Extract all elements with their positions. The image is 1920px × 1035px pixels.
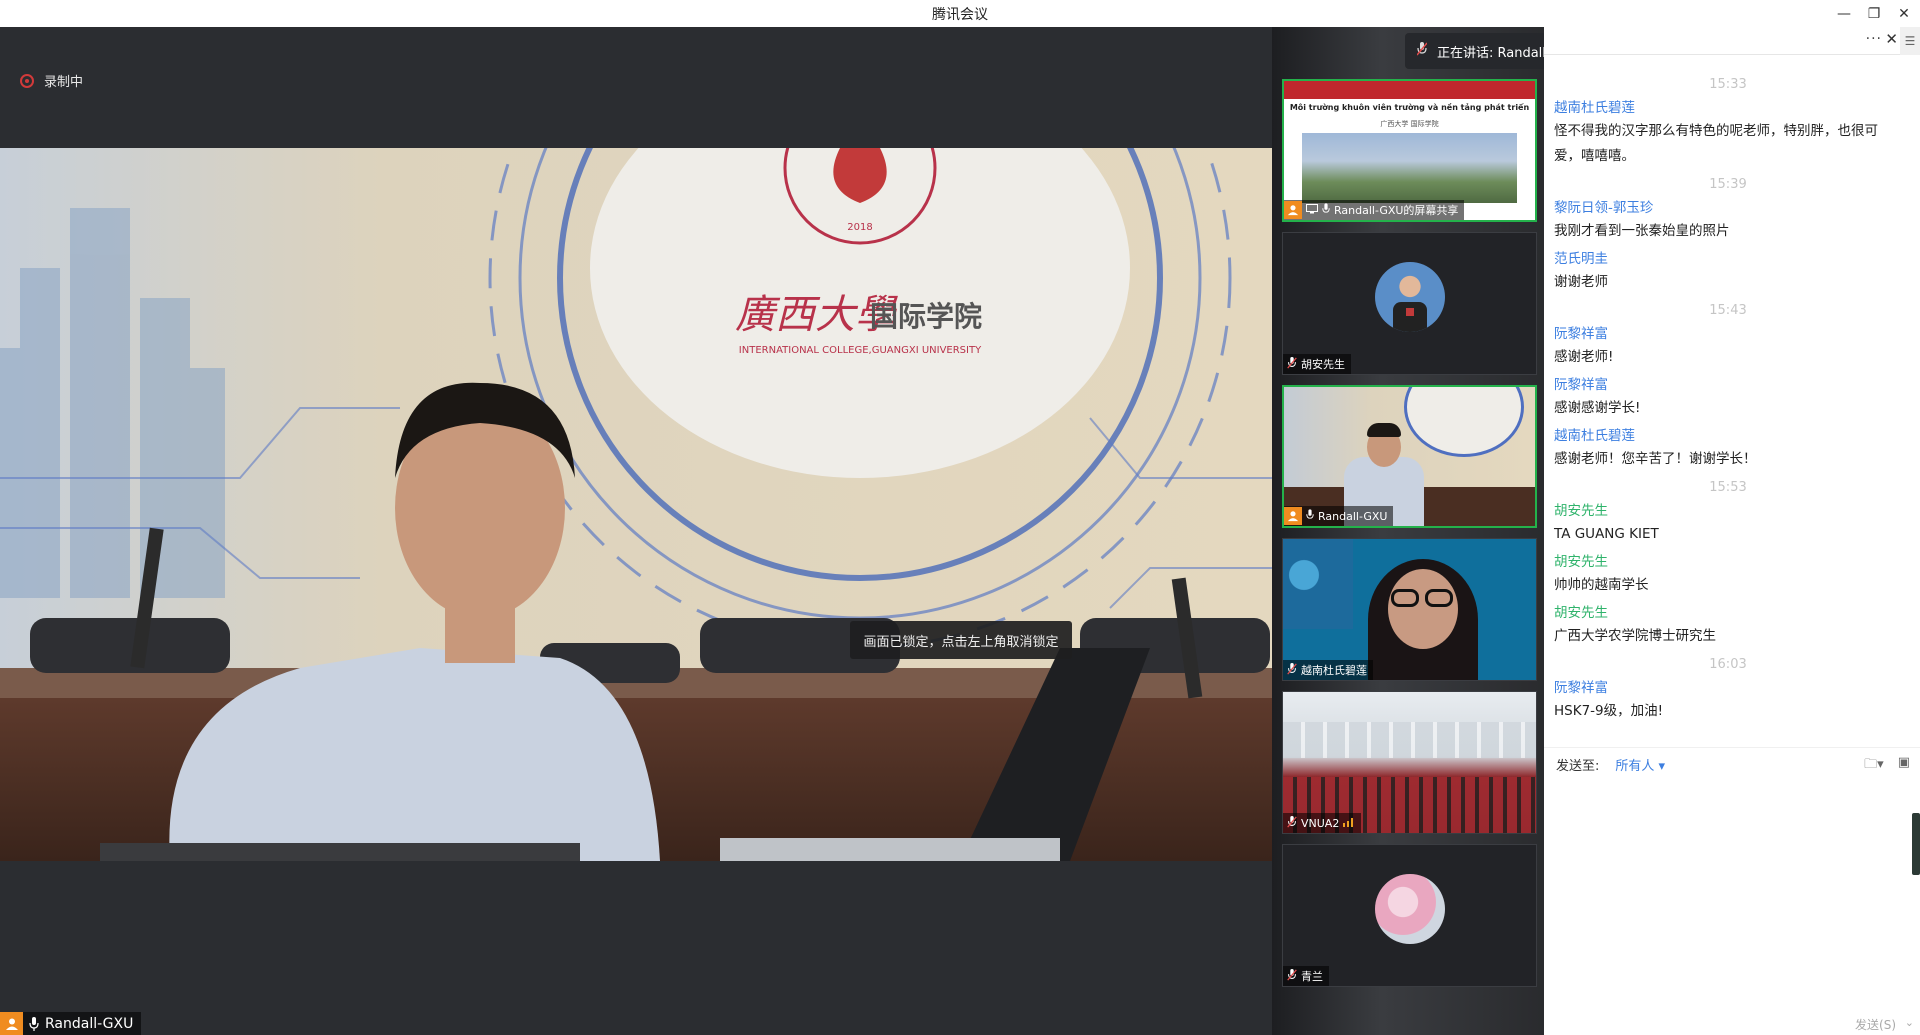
chat-message: 胡安先生广西大学农学院博士研究生 — [1554, 602, 1902, 649]
host-icon — [1284, 201, 1302, 219]
chat-timestamp: 15:53 — [1709, 480, 1747, 495]
college-en: INTERNATIONAL COLLEGE,GUANGXI UNIVERSITY — [739, 345, 982, 356]
participant-tile-screen-share[interactable]: Môi trường khuôn viên trường và nền tảng… — [1282, 79, 1537, 222]
chat-message: 阮黎祥富感谢感谢学长! — [1554, 374, 1902, 421]
chat-header: ··· ✕ ☰ — [1544, 27, 1920, 55]
chat-text: 感谢老师! — [1554, 349, 1614, 365]
microphone-icon — [29, 1016, 39, 1031]
chat-message: 阮黎祥富感谢老师! — [1554, 323, 1902, 370]
microphone-muted-icon — [1416, 42, 1428, 60]
close-chat-button[interactable]: ✕ — [1885, 30, 1898, 48]
chat-sender[interactable]: 胡安先生 — [1554, 602, 1902, 624]
chat-text: 我刚才看到一张秦始皇的照片 — [1554, 223, 1730, 239]
chat-sender[interactable]: 越南杜氏碧莲 — [1554, 97, 1902, 119]
chat-messages: 15:33 越南杜氏碧莲 怪不得我的汉字那么有特色的呢老师，特别胖，也很可爱，嘻嘻嘻… — [1554, 73, 1902, 728]
chat-sender[interactable]: 越南杜氏碧莲 — [1554, 425, 1902, 447]
microphone-muted-icon — [1287, 356, 1297, 372]
participant-name: 青兰 — [1301, 970, 1323, 983]
participant-tile[interactable]: VNUA2 — [1282, 691, 1537, 834]
participant-tile-active-speaker[interactable]: Randall-GXU — [1282, 385, 1537, 528]
side-handle[interactable] — [1912, 813, 1920, 875]
participant-name: 越南杜氏碧莲 — [1301, 664, 1367, 677]
logo-year: 2018 — [847, 222, 872, 233]
record-icon — [20, 73, 34, 88]
chat-text: 帅帅的越南学长 — [1554, 577, 1649, 593]
participant-name: 胡安先生 — [1301, 358, 1345, 371]
chat-text: 感谢感谢学长! — [1554, 400, 1641, 416]
more-options-button[interactable]: ··· — [1866, 31, 1882, 47]
chat-text: 怪不得我的汉字那么有特色的呢老师，特别胖，也很可爱，嘻嘻嘻。 — [1554, 123, 1878, 164]
chat-divider — [1544, 747, 1920, 748]
college-name: 国际学院 — [870, 300, 982, 333]
send-to-row: 发送至: 所有人 ▾ — [1556, 755, 1665, 774]
file-icon[interactable]: 🗀▾ — [1864, 755, 1884, 777]
microphone-muted-icon — [1287, 662, 1297, 678]
participant-tile[interactable]: 青兰 — [1282, 844, 1537, 987]
avatar — [1374, 873, 1445, 944]
chat-tools: 🗀▾ ▣ — [1864, 755, 1910, 777]
microphone-icon — [1322, 202, 1330, 218]
microphone-muted-icon — [1287, 815, 1297, 831]
avatar — [1374, 261, 1445, 332]
chat-timestamp: 16:03 — [1709, 657, 1747, 672]
host-icon — [1284, 507, 1302, 525]
lock-toast: 画面已锁定，点击左上角取消锁定 — [850, 621, 1072, 659]
participant-name: VNUA2 — [1301, 816, 1340, 830]
chat-sender[interactable]: 阮黎祥富 — [1554, 677, 1902, 699]
participant-tile[interactable]: 胡安先生 — [1282, 232, 1537, 375]
chat-message: 胡安先生 TA GUANG KIET — [1554, 500, 1902, 547]
chat-sender[interactable]: 阮黎祥富 — [1554, 374, 1902, 396]
signal-strength-icon — [1343, 817, 1355, 830]
video-scene: 2018 廣西大學 国际学院 INTERNATIONAL COLLEGE,GUA… — [0, 148, 1272, 861]
chat-text: 感谢老师！您辛苦了！谢谢学长！ — [1554, 451, 1757, 467]
chat-sender[interactable]: 范氏明圭 — [1554, 248, 1902, 270]
chat-message: 越南杜氏碧莲感谢老师！您辛苦了！谢谢学长！ — [1554, 425, 1902, 472]
chat-message: 胡安先生帅帅的越南学长 — [1554, 551, 1902, 598]
close-button[interactable]: ✕ — [1890, 0, 1918, 27]
participant-tile[interactable]: 越南杜氏碧莲 — [1282, 538, 1537, 681]
screen-share-icon — [1306, 203, 1318, 217]
chat-text: 谢谢老师 — [1554, 274, 1608, 290]
chat-sender[interactable]: 黎阮日领-郭玉珍 — [1554, 197, 1902, 219]
send-to-select[interactable]: 所有人 ▾ — [1615, 755, 1665, 774]
host-icon — [0, 1012, 23, 1035]
participant-name: Randall-GXU — [1318, 509, 1388, 523]
chat-timestamp: 15:43 — [1709, 303, 1747, 318]
chat-sender[interactable]: 胡安先生 — [1554, 500, 1902, 522]
microphone-muted-icon — [1287, 968, 1297, 984]
recording-indicator[interactable]: 录制中 — [20, 71, 83, 90]
main-video[interactable]: 2018 廣西大學 国际学院 INTERNATIONAL COLLEGE,GUA… — [0, 148, 1272, 861]
chat-timestamp: 15:39 — [1709, 177, 1747, 192]
main-participant-name: Randall-GXU — [45, 1015, 134, 1032]
chat-message: 范氏明圭 谢谢老师 — [1554, 248, 1902, 295]
send-to-label: 发送至: — [1556, 759, 1600, 774]
main-participant-tag: Randall-GXU — [0, 1012, 142, 1035]
chat-text: 广西大学农学院博士研究生 — [1554, 628, 1716, 644]
chat-message: 阮黎祥富 HSK7-9级，加油! — [1554, 677, 1902, 724]
window-title: 腾讯会议 — [932, 7, 988, 23]
microphone-icon — [1306, 508, 1314, 524]
slide-subtitle: 广西大学 国际学院 — [1380, 120, 1439, 128]
chat-text: TA GUANG KIET — [1554, 526, 1659, 542]
recording-label: 录制中 — [44, 75, 84, 90]
chat-sender[interactable]: 阮黎祥富 — [1554, 323, 1902, 345]
screenshot-icon[interactable]: ▣ — [1898, 755, 1910, 777]
chat-message: 越南杜氏碧莲怪不得我的汉字那么有特色的呢老师，特别胖，也很可爱，嘻嘻嘻。 — [1554, 97, 1902, 169]
send-button[interactable]: 发送(S) — [1855, 1016, 1896, 1033]
chevron-down-icon[interactable]: ⌄ — [1905, 1016, 1914, 1029]
chat-sender[interactable]: 胡安先生 — [1554, 551, 1902, 573]
menu-icon[interactable]: ☰ — [1900, 27, 1920, 55]
participant-strip: Môi trường khuôn viên trường và nền tảng… — [1272, 27, 1544, 1035]
minimize-button[interactable]: — — [1830, 0, 1858, 27]
chat-timestamp: 15:33 — [1709, 77, 1747, 92]
participant-name: Randall-GXU的屏幕共享 — [1334, 204, 1459, 217]
slide-title: Môi trường khuôn viên trường và nền tảng… — [1289, 103, 1530, 112]
chat-text: HSK7-9级，加油! — [1554, 703, 1664, 719]
maximize-button[interactable]: ❐ — [1860, 0, 1888, 27]
meeting-window: 腾讯会议 — ❐ ✕ 录制中 2018 廣西大學 国际学院 INTERNATIO… — [0, 0, 1920, 1035]
chat-message: 黎阮日领-郭玉珍我刚才看到一张秦始皇的照片 — [1554, 197, 1902, 244]
title-bar: 腾讯会议 — ❐ ✕ — [0, 0, 1920, 27]
chat-panel: ··· ✕ ☰ 15:33 越南杜氏碧莲 怪不得我的汉字那么有特色的呢老师，特别胖，… — [1544, 27, 1920, 1035]
